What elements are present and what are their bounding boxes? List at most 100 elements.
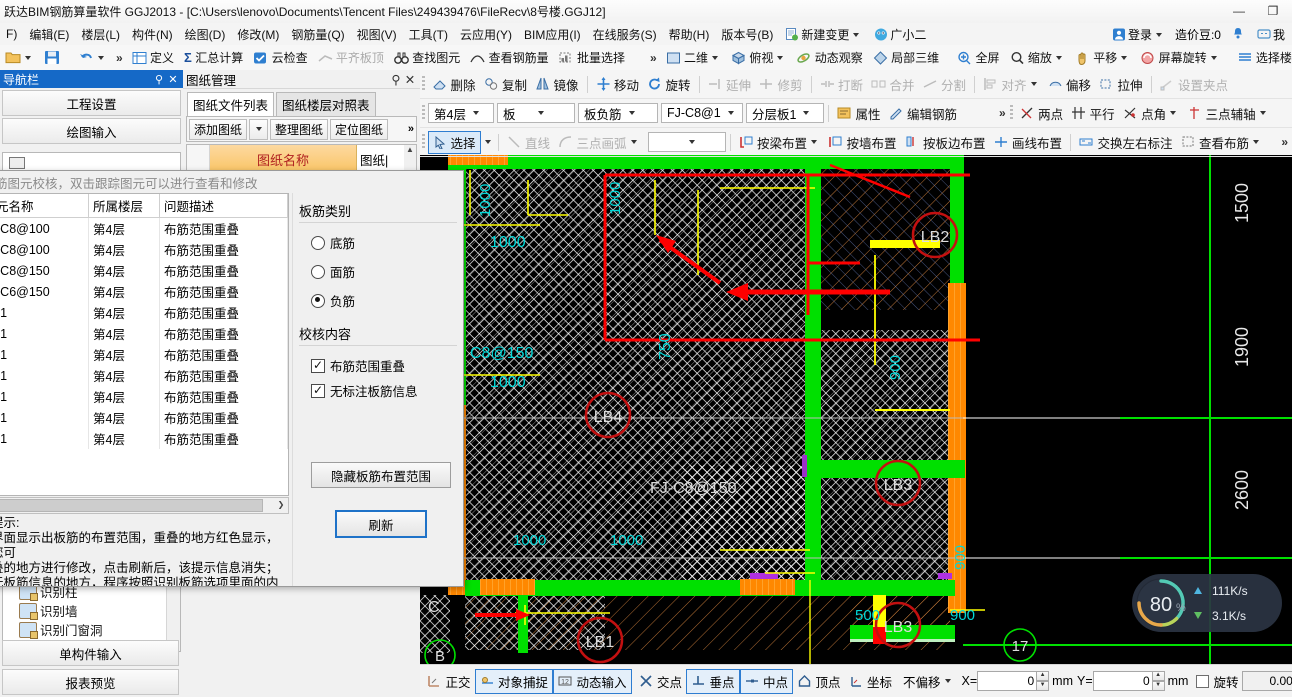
layer-combo[interactable]: 分层板1 <box>746 103 824 123</box>
y-stepper[interactable]: ▲ ▼ <box>1151 671 1165 691</box>
menu-item-help[interactable]: 帮助(H) <box>663 24 716 45</box>
split-button[interactable]: 分割 <box>919 74 971 95</box>
table-row[interactable]: -1第4层布筋范围重叠 <box>0 365 288 386</box>
radio-icon[interactable] <box>311 264 325 279</box>
three-point-axis-button[interactable]: 三点辅轴 <box>1183 103 1273 124</box>
parallel-axis-button[interactable]: 平行 <box>1067 103 1119 124</box>
y-input[interactable]: 0 <box>1092 671 1153 691</box>
grid-scroll-up-icon[interactable]: ▲ <box>404 145 416 173</box>
swap-lr-annotation-button[interactable]: 交换左右标注 <box>1075 132 1177 153</box>
chevron-down-icon[interactable] <box>1210 55 1217 60</box>
tab-drawing-file-list[interactable]: 图纸文件列表 <box>187 92 275 116</box>
intersection-snap-toggle[interactable]: 交点 <box>635 670 687 693</box>
view-rebar-layout-button[interactable]: 查看布筋 <box>1177 132 1267 153</box>
single-component-input-button[interactable]: 单构件输入 <box>2 640 179 666</box>
checkbox-overlap-range[interactable]: ✓ 布筋范围重叠 <box>311 356 457 375</box>
coordinate-snap-toggle[interactable]: 坐标 <box>845 670 897 693</box>
pan-button[interactable]: 平移 <box>1070 48 1135 67</box>
align-button[interactable]: 对齐 <box>979 74 1044 95</box>
table-horizontal-scrollbar[interactable]: ❯ <box>0 497 289 514</box>
chevron-down-icon[interactable] <box>1030 82 1037 86</box>
chevron-down-icon[interactable] <box>724 106 736 120</box>
zoom-button[interactable]: 缩放 <box>1005 48 1070 67</box>
chevron-down-icon[interactable] <box>1055 55 1062 60</box>
user-account[interactable]: 广小二 <box>868 24 932 45</box>
place-by-wall-button[interactable]: 按墙布置 <box>824 132 901 153</box>
break-button[interactable]: 打断 <box>816 74 868 95</box>
radio-icon-selected[interactable] <box>311 293 325 308</box>
new-change-button[interactable]: 新建变更 <box>779 24 868 45</box>
delete-button[interactable]: 删除 <box>428 74 480 95</box>
menu-item-component[interactable]: 构件(N) <box>126 24 179 45</box>
cad-canvas[interactable]: 1500 1900 2600 LB2 LB4 LB3 LB1 LB3 1000 … <box>420 155 1292 665</box>
chevron-down-icon[interactable] <box>534 106 546 120</box>
add-drawing-dropdown[interactable] <box>249 118 269 140</box>
menu-item-view[interactable]: 视图(V) <box>351 24 403 45</box>
three-point-arc-button[interactable]: 三点画弧 <box>554 132 644 153</box>
select-tool-button[interactable]: 选择 <box>428 130 481 154</box>
vertex-snap-toggle[interactable]: 顶点 <box>793 670 845 693</box>
grid-header-drawing-name[interactable]: 图纸名称 <box>210 145 357 173</box>
menu-item-tools[interactable]: 工具(T) <box>403 24 454 45</box>
toolbar-overflow-button[interactable]: » <box>112 51 127 65</box>
line-tool-button[interactable]: 直线 <box>503 132 555 153</box>
select-floor-button[interactable]: 选择楼层 <box>1233 48 1292 67</box>
view-toolbar-overflow[interactable]: » <box>646 51 661 65</box>
ribbon-overflow-2[interactable]: » <box>1277 135 1292 149</box>
scroll-right-icon[interactable]: ❯ <box>275 499 287 510</box>
table-row[interactable]: -1第4层布筋范围重叠 <box>0 428 288 449</box>
offset-button[interactable]: 偏移 <box>1044 74 1096 95</box>
close-icon[interactable]: ✕ <box>403 72 417 87</box>
extend-button[interactable]: 延伸 <box>704 74 756 95</box>
col-element-name[interactable]: 元名称 <box>0 194 89 218</box>
add-drawing-button[interactable]: 添加图纸 <box>189 118 248 140</box>
checkbox-icon-checked[interactable]: ✓ <box>311 358 325 373</box>
trim-button[interactable]: 修剪 <box>755 74 807 95</box>
chevron-down-icon[interactable] <box>799 106 811 120</box>
minimize-icon[interactable]: — <box>1222 0 1256 22</box>
table-row[interactable]: -1第4层布筋范围重叠 <box>0 386 288 407</box>
chevron-down-icon[interactable] <box>25 55 31 60</box>
hide-rebar-range-button[interactable]: 隐藏板筋布置范围 <box>311 462 451 488</box>
define-button[interactable]: 定义 <box>127 48 179 67</box>
menu-item-floor[interactable]: 楼层(L) <box>75 24 126 45</box>
set-grip-button[interactable]: 设置夹点 <box>1156 74 1233 95</box>
perpendicular-snap-toggle[interactable]: 垂点 <box>686 668 740 694</box>
summary-calc-button[interactable]: Σ 汇总计算 <box>179 48 248 67</box>
rotate-button[interactable]: 旋转 <box>643 74 695 95</box>
grid-header-drawing-col2[interactable]: 图纸| <box>357 145 404 173</box>
cloud-check-button[interactable]: 云检查 <box>248 48 312 67</box>
menu-item-draw[interactable]: 绘图(D) <box>179 24 232 45</box>
rebar-name-combo[interactable]: FJ-C8@1 <box>661 103 743 123</box>
chevron-down-icon[interactable] <box>1155 32 1162 37</box>
col-problem[interactable]: 问题描述 <box>159 194 288 218</box>
drawing-input-button[interactable]: 绘图输入 <box>2 118 181 144</box>
locate-drawing-button[interactable]: 定位图纸 <box>330 118 389 140</box>
chevron-down-icon[interactable] <box>777 55 784 60</box>
drawing-toolbar-overflow[interactable]: » <box>408 123 414 135</box>
radio-icon[interactable] <box>311 235 325 250</box>
floor-combo[interactable]: 第4层 <box>428 103 494 123</box>
offset-mode-combo[interactable]: 不偏移 <box>899 670 958 693</box>
midpoint-snap-toggle[interactable]: 中点 <box>739 668 793 694</box>
chevron-down-icon[interactable] <box>1170 111 1177 115</box>
point-angle-axis-button[interactable]: 点角 <box>1119 103 1184 124</box>
top-view-button[interactable]: 俯视 <box>726 48 791 67</box>
component-combo[interactable]: 板 <box>497 103 575 123</box>
drag-grip[interactable] <box>422 105 425 121</box>
rotate-checkbox[interactable] <box>1196 674 1210 688</box>
drag-grip[interactable] <box>1009 105 1013 121</box>
menu-item-online[interactable]: 在线服务(S) <box>587 24 663 45</box>
chevron-down-icon[interactable] <box>98 55 104 60</box>
table-row[interactable]: -1第4层布筋范围重叠 <box>0 323 288 344</box>
save-button[interactable] <box>39 49 65 66</box>
chevron-down-icon[interactable] <box>712 55 719 60</box>
flush-slab-top-button[interactable]: 平齐板顶 <box>313 48 389 67</box>
table-row[interactable]: -1第4层布筋范围重叠 <box>0 344 288 365</box>
rotate-input[interactable]: 0.000 <box>1242 671 1292 691</box>
mine-menu[interactable]: 我 <box>1252 24 1290 45</box>
collapse-icon[interactable] <box>9 156 25 169</box>
network-performance-widget[interactable]: 80 % 111K/s 3.1K/s <box>1132 574 1282 632</box>
find-element-button[interactable]: 查找图元 <box>389 48 465 67</box>
batch-select-button[interactable]: 批量选择 <box>554 48 630 67</box>
